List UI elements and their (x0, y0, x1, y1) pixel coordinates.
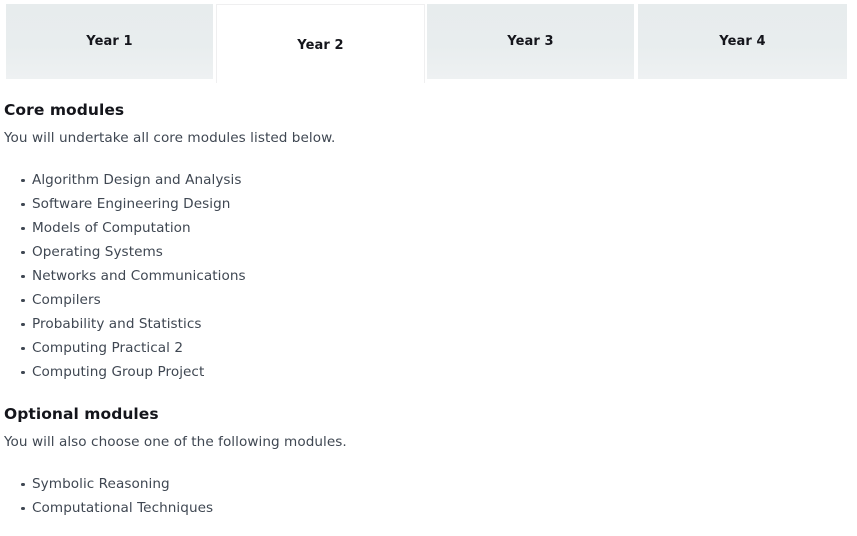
list-item: Algorithm Design and Analysis (21, 168, 849, 192)
tab-year-3[interactable]: Year 3 (427, 4, 634, 79)
tab-year-4[interactable]: Year 4 (638, 4, 847, 79)
tab-year-4-label: Year 4 (719, 34, 766, 49)
list-item: Software Engineering Design (21, 192, 849, 216)
optional-modules-list: Symbolic Reasoning Computational Techniq… (4, 472, 849, 520)
year-tabs-page: Year 1 Year 2 Year 3 Year 4 Core modules… (0, 0, 857, 536)
tab-year-2-label: Year 2 (297, 37, 344, 53)
list-item: Models of Computation (21, 216, 849, 240)
list-item: Computing Practical 2 (21, 336, 849, 360)
list-item: Compilers (21, 288, 849, 312)
optional-modules-heading: Optional modules (4, 405, 159, 423)
tab-year-2[interactable]: Year 2 (216, 4, 425, 83)
core-modules-heading: Core modules (4, 101, 125, 119)
year-2-tabpanel: Core modules You will undertake all core… (4, 100, 849, 520)
tab-year-1[interactable]: Year 1 (6, 4, 213, 79)
core-modules-intro: You will undertake all core modules list… (4, 130, 336, 146)
year-tablist: Year 1 Year 2 Year 3 Year 4 (6, 4, 851, 84)
list-item: Computational Techniques (21, 496, 849, 520)
tab-year-1-label: Year 1 (86, 34, 133, 49)
optional-modules-intro: You will also choose one of the followin… (4, 434, 347, 450)
list-item: Probability and Statistics (21, 312, 849, 336)
list-item: Computing Group Project (21, 360, 849, 384)
list-item: Symbolic Reasoning (21, 472, 849, 496)
tab-year-3-label: Year 3 (507, 34, 554, 49)
core-modules-list: Algorithm Design and Analysis Software E… (4, 168, 849, 384)
list-item: Networks and Communications (21, 264, 849, 288)
list-item: Operating Systems (21, 240, 849, 264)
